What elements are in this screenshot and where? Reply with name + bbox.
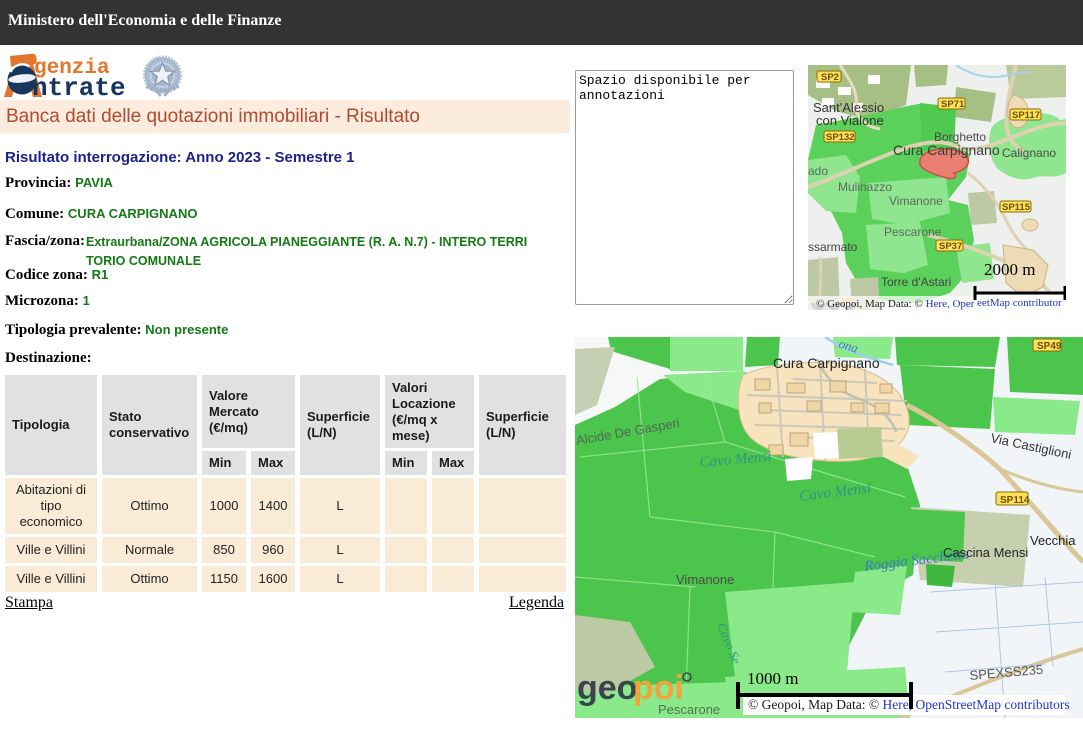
- svg-text:Mulinazzo: Mulinazzo: [838, 180, 892, 194]
- svg-text:SP2: SP2: [821, 72, 839, 83]
- svg-text:1000 m: 1000 m: [747, 669, 798, 688]
- svg-text:2000 m: 2000 m: [984, 260, 1035, 279]
- svg-text:SP71: SP71: [941, 99, 965, 110]
- svg-text:SP37: SP37: [939, 241, 962, 252]
- svg-text:Cascina Mensi: Cascina Mensi: [943, 545, 1028, 560]
- svg-text:SP114: SP114: [1000, 495, 1030, 506]
- svg-text:Calignano: Calignano: [1002, 146, 1056, 160]
- svg-text:SP49: SP49: [1037, 341, 1062, 352]
- svg-text:ntrate: ntrate: [32, 73, 126, 98]
- svg-text:Vimanone: Vimanone: [676, 572, 734, 587]
- svg-text:eetMap contributor: eetMap contributor: [977, 297, 1062, 309]
- svg-text:poi: poi: [633, 669, 684, 707]
- svg-text:SP117: SP117: [1012, 110, 1040, 121]
- svg-text:Vimanone: Vimanone: [889, 194, 943, 208]
- svg-text:con Vialone: con Vialone: [816, 113, 884, 128]
- svg-text:SP115: SP115: [1002, 202, 1031, 213]
- svg-text:Pescarone: Pescarone: [884, 225, 942, 239]
- svg-text:ado: ado: [808, 164, 828, 178]
- svg-text:Cura Carpignano: Cura Carpignano: [773, 355, 880, 371]
- svg-text:Vecchia: Vecchia: [1030, 533, 1076, 548]
- svg-text:Cura Carpignano: Cura Carpignano: [893, 142, 1000, 158]
- svg-text:ssarmato: ssarmato: [808, 240, 858, 254]
- svg-text:Torre d'Astari: Torre d'Astari: [881, 275, 951, 289]
- svg-text:SP132: SP132: [826, 132, 855, 143]
- svg-text:© Geopoi, Map Data: © Here, Op: © Geopoi, Map Data: © Here, OpenS: [816, 298, 982, 310]
- svg-text:© Geopoi, Map Data: © Here, Op: © Geopoi, Map Data: © Here, OpenStreetMa…: [748, 697, 1070, 712]
- svg-text:geo: geo: [577, 669, 637, 707]
